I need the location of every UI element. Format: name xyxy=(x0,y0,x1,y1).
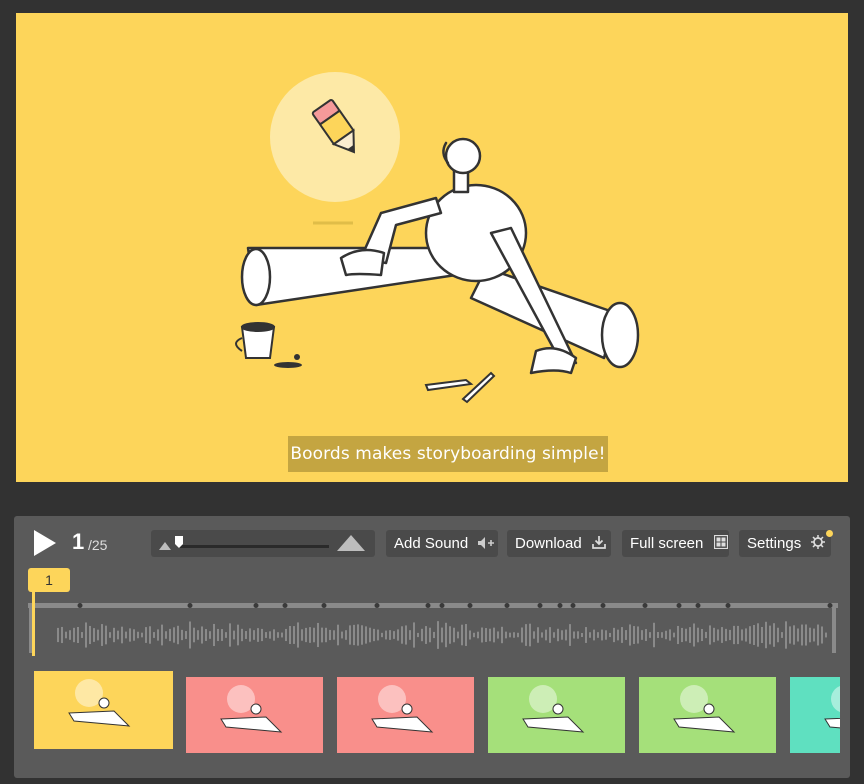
frame-marker-dot xyxy=(695,603,701,608)
frame-thumbnail-5[interactable] xyxy=(639,677,776,753)
frame-thumbnail-6[interactable] xyxy=(790,677,850,753)
frame-marker-dot xyxy=(253,603,259,608)
settings-label: Settings xyxy=(747,535,802,552)
timeline-track xyxy=(28,603,838,608)
frame-thumbnail-strip xyxy=(34,671,850,761)
frame-marker-dot xyxy=(77,603,83,608)
notification-dot xyxy=(826,530,833,537)
thumbnail-illustration xyxy=(220,685,283,733)
frame-marker-dot xyxy=(467,603,473,608)
frame-marker-dot xyxy=(321,603,327,608)
current-frame-number: 1 xyxy=(72,529,85,554)
frame-marker-dot xyxy=(504,603,510,608)
frame-marker-dot xyxy=(537,603,543,608)
frame-marker-dot xyxy=(676,603,682,608)
mountain-large-icon xyxy=(337,535,365,551)
thumbnail-illustration xyxy=(68,679,131,727)
add-sound-label: Add Sound xyxy=(394,535,469,552)
frame-thumbnail-4[interactable] xyxy=(488,677,625,753)
add-sound-button[interactable]: Add Sound xyxy=(386,530,498,557)
frame-thumbnail-2[interactable] xyxy=(186,677,323,753)
thumbnail-illustration xyxy=(371,685,434,733)
frame-marker-dot xyxy=(374,603,380,608)
speaker-plus-icon xyxy=(478,531,495,558)
play-icon[interactable] xyxy=(32,528,58,558)
frame-marker-dot xyxy=(282,603,288,608)
frame-marker-dot xyxy=(570,603,576,608)
download-icon xyxy=(592,531,606,558)
total-frames: /25 xyxy=(88,537,108,553)
frame-thumbnail-3[interactable] xyxy=(337,677,474,753)
frame-marker-dot xyxy=(557,603,563,608)
frame-marker-dot xyxy=(425,603,431,608)
coffee-cup xyxy=(235,322,276,359)
audio-timeline[interactable] xyxy=(28,598,838,658)
fullscreen-button[interactable]: Full screen xyxy=(622,530,729,557)
frame-marker-dot xyxy=(439,603,445,608)
frame-marker-dot xyxy=(600,603,606,608)
fullscreen-label: Full screen xyxy=(630,535,704,552)
playhead-frame-label[interactable]: 1 xyxy=(28,568,70,592)
frame-illustration xyxy=(235,72,640,404)
storyboard-preview: Boords makes storyboarding simple! xyxy=(16,13,848,482)
frame-marker-dot xyxy=(187,603,193,608)
pencils-on-ground xyxy=(424,371,496,404)
playhead[interactable] xyxy=(32,592,35,656)
frame-marker-dot xyxy=(827,603,833,608)
thumbnail-illustration xyxy=(522,685,585,733)
settings-button[interactable]: Settings xyxy=(739,530,831,557)
download-label: Download xyxy=(515,535,582,552)
frame-caption: Boords makes storyboarding simple! xyxy=(288,436,608,472)
mountain-small-icon xyxy=(159,542,171,550)
frame-marker-dot xyxy=(725,603,731,608)
player-control-panel: 1 /25 Add Sound Download Full screen Set… xyxy=(14,516,850,778)
grid-icon xyxy=(713,531,728,558)
gear-icon xyxy=(811,531,826,558)
thumbnail-illustration xyxy=(673,685,736,733)
audio-waveform xyxy=(57,621,827,649)
thumbnail-illustration xyxy=(824,685,850,730)
frame-marker-dot xyxy=(642,603,648,608)
frame-thumbnail-1[interactable] xyxy=(34,671,171,747)
download-button[interactable]: Download xyxy=(507,530,611,557)
timeline-zoom-slider[interactable] xyxy=(151,530,375,557)
